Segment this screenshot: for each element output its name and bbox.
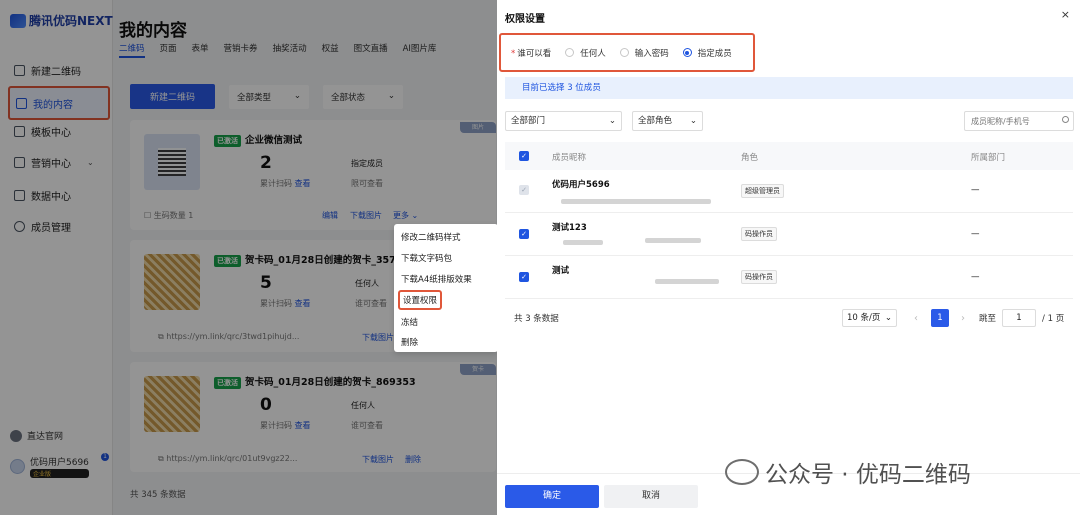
table-header: ✓ 成员昵称 角色 所属部门 bbox=[505, 142, 1073, 170]
column-header-dept: 所属部门 bbox=[971, 153, 1006, 163]
cancel-button[interactable]: 取消 bbox=[604, 485, 698, 508]
pagination: 10 条/页 ⌄ ‹ 1 › 跳至 1 / 1 页 bbox=[842, 309, 1064, 327]
role-badge: 码操作员 bbox=[741, 270, 777, 284]
radio-label: 任何人 bbox=[580, 48, 606, 59]
radio-specified-members[interactable]: 指定成员 bbox=[682, 47, 732, 59]
redacted-info bbox=[561, 199, 711, 204]
watermark: 公众号 · 优码二维码 bbox=[725, 455, 971, 489]
table-row[interactable]: ✓ 测试 码操作员 — bbox=[505, 256, 1073, 299]
table-row[interactable]: ✓ 测试123 码操作员 — bbox=[505, 213, 1073, 256]
member-search-input[interactable] bbox=[964, 111, 1074, 131]
member-dept: — bbox=[971, 272, 980, 282]
member-name: 优码用户5696 bbox=[552, 180, 610, 190]
select-all-checkbox[interactable]: ✓ bbox=[519, 151, 529, 161]
chevron-down-icon: ⌄ bbox=[608, 116, 616, 126]
radio-password[interactable]: 输入密码 bbox=[619, 47, 669, 59]
radio-label: 指定成员 bbox=[697, 48, 732, 59]
menu-item-delete[interactable]: 删除 bbox=[401, 336, 418, 348]
menu-item-download-text-pack[interactable]: 下载文字码包 bbox=[401, 252, 452, 264]
visibility-options: * 谁可以看 任何人 输入密码 指定成员 bbox=[499, 33, 755, 72]
required-mark: * bbox=[511, 48, 516, 59]
row-checkbox: ✓ bbox=[519, 185, 529, 195]
visibility-label-text: 谁可以看 bbox=[517, 48, 552, 59]
drawer-title: 权限设置 bbox=[505, 14, 545, 25]
jump-page-input[interactable]: 1 bbox=[1002, 309, 1037, 327]
column-header-role: 角色 bbox=[741, 153, 759, 163]
confirm-button[interactable]: 确定 bbox=[505, 485, 599, 508]
redacted-info bbox=[563, 240, 603, 245]
table-row[interactable]: ✓ 优码用户5696 超级管理员 — bbox=[505, 170, 1073, 213]
search-icon[interactable] bbox=[1062, 116, 1069, 123]
chevron-down-icon: ⌄ bbox=[884, 313, 892, 323]
role-badge: 码操作员 bbox=[741, 227, 777, 241]
menu-item-set-permission[interactable]: 设置权限 bbox=[398, 290, 443, 310]
app-root: 腾讯优码NEXT 新建二维码 我的内容 模板中心 营销中心 ⌄ 数据中心 成员管… bbox=[0, 0, 1080, 515]
prev-page-icon[interactable]: ‹ bbox=[914, 313, 918, 324]
radio-anyone[interactable]: 任何人 bbox=[565, 47, 606, 59]
redacted-info bbox=[655, 279, 719, 284]
role-badge: 超级管理员 bbox=[741, 184, 784, 198]
menu-item-edit-style[interactable]: 修改二维码样式 bbox=[401, 231, 461, 243]
radio-circle-icon bbox=[565, 48, 575, 57]
member-name: 测试 bbox=[552, 266, 570, 276]
department-filter-value: 全部部门 bbox=[511, 116, 546, 126]
page-number-current[interactable]: 1 bbox=[931, 309, 949, 327]
watermark-text: 公众号 · 优码二维码 bbox=[765, 462, 971, 488]
role-filter-select[interactable]: 全部角色 ⌄ bbox=[632, 111, 703, 131]
total-pages: / 1 页 bbox=[1042, 314, 1065, 324]
row-checkbox[interactable]: ✓ bbox=[519, 229, 529, 239]
menu-item-freeze[interactable]: 冻结 bbox=[401, 316, 418, 328]
menu-item-download-a4[interactable]: 下载A4纸排版效果 bbox=[401, 273, 472, 285]
close-icon[interactable]: × bbox=[1061, 8, 1070, 21]
member-total: 共 3 条数据 bbox=[514, 314, 559, 324]
jump-label: 跳至 bbox=[979, 314, 997, 324]
column-header-name: 成员昵称 bbox=[552, 153, 587, 163]
selected-members-info: 目前已选择 3 位成员 bbox=[505, 77, 1073, 99]
redacted-info bbox=[645, 238, 701, 243]
page-size-value: 10 条/页 bbox=[847, 313, 881, 323]
radio-circle-icon bbox=[619, 48, 629, 57]
member-name: 测试123 bbox=[552, 223, 587, 233]
role-filter-value: 全部角色 bbox=[638, 116, 673, 126]
visibility-label: * 谁可以看 bbox=[511, 47, 551, 59]
wechat-icon bbox=[725, 459, 759, 485]
member-dept: — bbox=[971, 185, 980, 195]
member-dept: — bbox=[971, 229, 980, 239]
permission-drawer: 权限设置 × * 谁可以看 任何人 输入密码 指定成员 目前已选择 3 位成员 全… bbox=[497, 0, 1080, 515]
row-checkbox[interactable]: ✓ bbox=[519, 272, 529, 282]
chevron-down-icon: ⌄ bbox=[689, 116, 697, 126]
next-page-icon[interactable]: › bbox=[961, 313, 965, 324]
radio-label: 输入密码 bbox=[634, 48, 669, 59]
department-filter-select[interactable]: 全部部门 ⌄ bbox=[505, 111, 622, 131]
more-dropdown-menu: 修改二维码样式 下载文字码包 下载A4纸排版效果 设置权限 冻结 删除 bbox=[394, 224, 498, 352]
radio-checked-icon bbox=[682, 48, 692, 57]
page-size-select[interactable]: 10 条/页 ⌄ bbox=[842, 309, 897, 327]
